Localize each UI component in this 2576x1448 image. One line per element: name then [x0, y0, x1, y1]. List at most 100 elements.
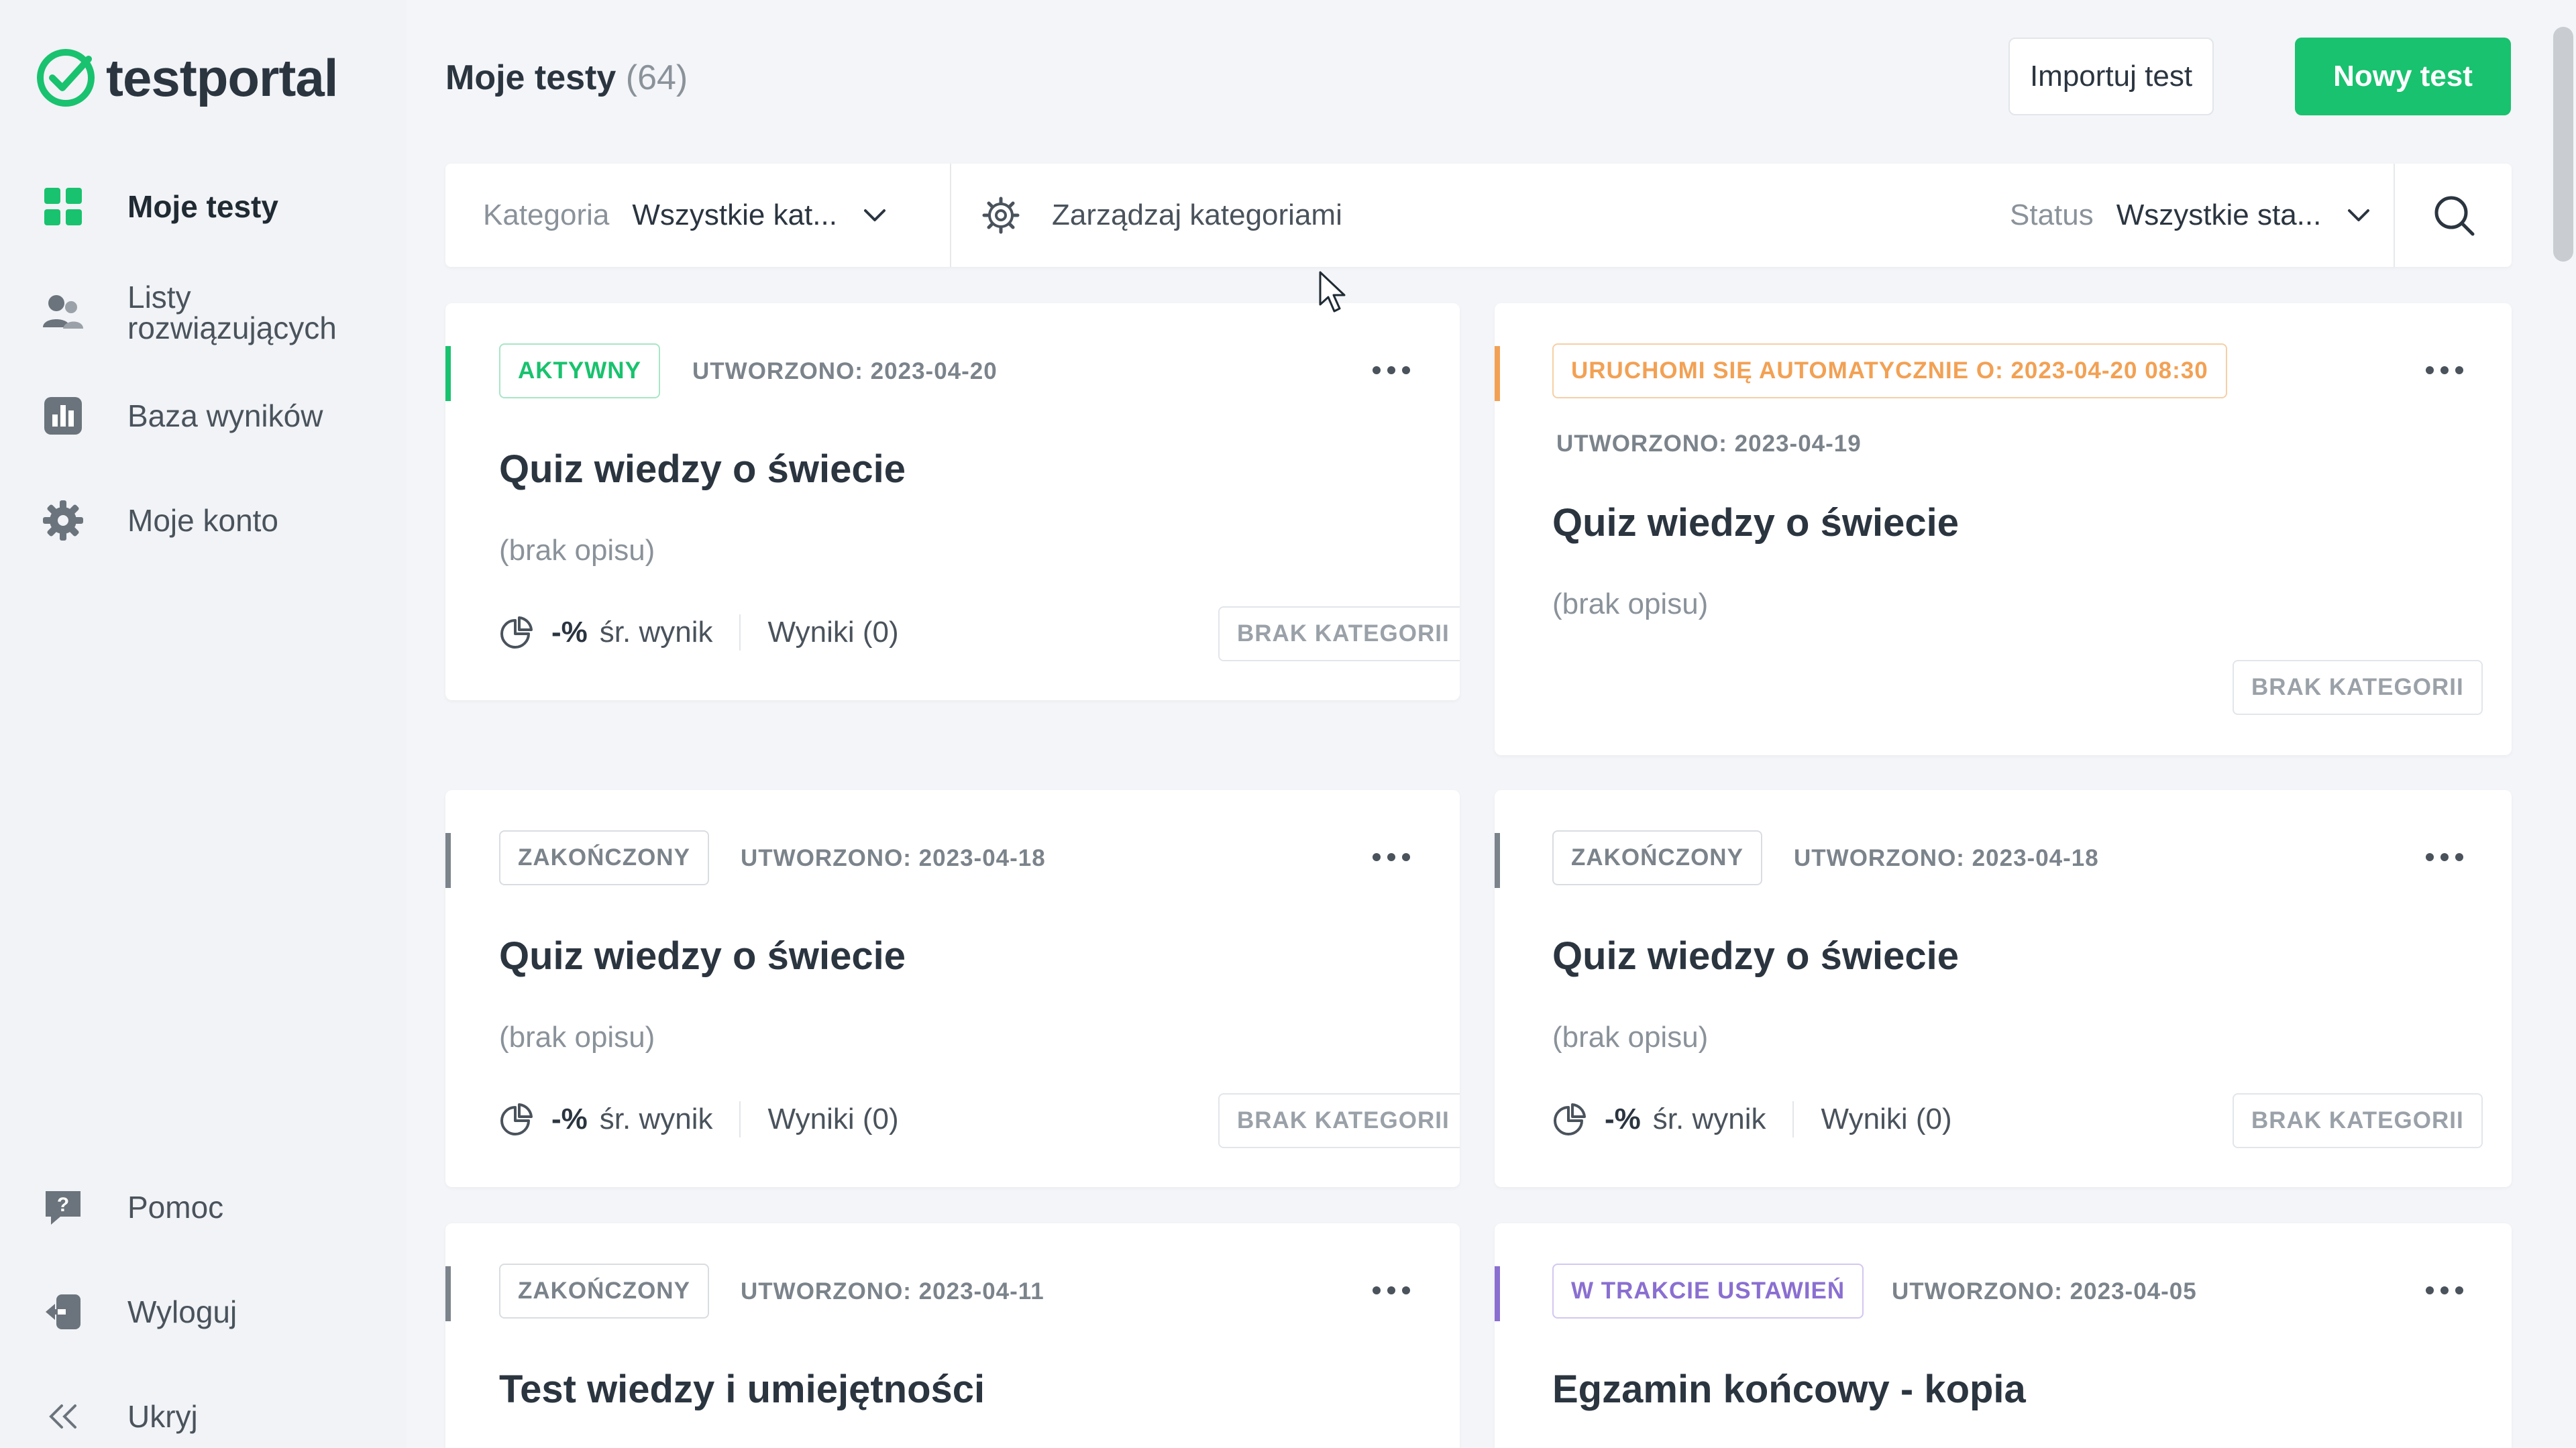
test-title[interactable]: Egzamin końcowy - kopia: [1552, 1367, 2026, 1412]
category-filter[interactable]: Kategoria Wszystkie kat...: [483, 164, 888, 267]
test-title[interactable]: Test wiedzy i umiejętności: [499, 1367, 985, 1412]
chevron-down-icon: [2348, 209, 2370, 221]
category-filter-label: Kategoria: [483, 199, 610, 231]
pie-chart-icon: [1554, 1103, 1586, 1135]
help-icon: ?: [42, 1186, 85, 1229]
status-badge: URUCHOMI SIĘ AUTOMATYCZNIE O: 2023-04-20…: [1552, 343, 2227, 398]
chevron-down-icon: [863, 209, 885, 221]
category-tag: BRAK KATEGORII: [1218, 1093, 1460, 1148]
test-card[interactable]: ZAKOŃCZONY UTWORZONO: 2023-04-18 Quiz wi…: [1495, 790, 2512, 1187]
status-accent: [445, 346, 451, 401]
sidebar-item-label: Pomoc: [127, 1190, 224, 1225]
more-options-icon[interactable]: [2424, 1284, 2465, 1297]
category-tag: BRAK KATEGORII: [2233, 660, 2483, 715]
results-link[interactable]: Wyniki (0): [767, 616, 898, 649]
pie-chart-icon: [500, 1103, 533, 1135]
check-circle-logo-icon: [37, 49, 95, 107]
test-stats: -% śr. wynik Wyniki (0): [1552, 1099, 1952, 1140]
more-options-icon[interactable]: [1371, 1284, 1411, 1297]
sidebar-item-label: Moje konto: [127, 503, 279, 538]
new-test-button[interactable]: Nowy test: [2295, 38, 2511, 115]
category-tag: BRAK KATEGORII: [2233, 1093, 2483, 1148]
sidebar-item-ukryj[interactable]: Ukryj: [42, 1395, 198, 1438]
status-accent: [1495, 346, 1500, 401]
sidebar-item-label: Listy rozwiązujących: [127, 280, 337, 345]
status-filter[interactable]: Status Wszystkie sta...: [2010, 164, 2372, 267]
sidebar-item-label: Moje testy: [127, 189, 278, 224]
logout-icon: [42, 1290, 85, 1333]
more-options-icon[interactable]: [2424, 850, 2465, 864]
test-title[interactable]: Quiz wiedzy o świecie: [499, 934, 906, 979]
test-card[interactable]: AKTYWNY UTWORZONO: 2023-04-20 Quiz wiedz…: [445, 303, 1460, 700]
sidebar-item-listy-rozwiazujacych[interactable]: Listy rozwiązujących: [42, 282, 356, 343]
created-date: UTWORZONO: 2023-04-18: [741, 845, 1046, 871]
average-score-label: śr. wynik: [599, 616, 713, 649]
sidebar-item-baza-wynikow[interactable]: Baza wyników: [42, 394, 323, 437]
import-test-button[interactable]: Importuj test: [2008, 38, 2214, 115]
results-link[interactable]: Wyniki (0): [1821, 1103, 1951, 1136]
mouse-cursor-icon: [1319, 271, 1346, 313]
average-score-label: śr. wynik: [599, 1103, 713, 1135]
test-card[interactable]: URUCHOMI SIĘ AUTOMATYCZNIE O: 2023-04-20…: [1495, 303, 2512, 755]
sidebar: testportal Moje testy Listy rozwiązujący…: [0, 0, 407, 1448]
gear-outline-icon: [982, 197, 1020, 234]
sidebar-item-moje-konto[interactable]: Moje konto: [42, 499, 278, 542]
page-title: Moje testy (64): [445, 58, 688, 98]
status-badge: ZAKOŃCZONY: [499, 1264, 709, 1319]
sidebar-item-pomoc[interactable]: ? Pomoc: [42, 1186, 223, 1229]
test-card[interactable]: ZAKOŃCZONY UTWORZONO: 2023-04-18 Quiz wi…: [445, 790, 1460, 1187]
average-score-label: śr. wynik: [1652, 1103, 1766, 1135]
sidebar-item-wyloguj[interactable]: Wyloguj: [42, 1290, 237, 1333]
created-date: UTWORZONO: 2023-04-19: [1556, 431, 1862, 457]
created-date: UTWORZONO: 2023-04-20: [692, 358, 998, 384]
average-score: -%: [1605, 1103, 1641, 1135]
created-date: UTWORZONO: 2023-04-11: [741, 1278, 1044, 1304]
category-filter-value: Wszystkie kat...: [632, 199, 837, 231]
more-options-icon[interactable]: [1371, 850, 1411, 864]
search-icon[interactable]: [2431, 192, 2477, 238]
users-icon: [42, 291, 85, 334]
pie-chart-icon: [500, 616, 533, 649]
filter-divider: [950, 164, 951, 267]
svg-text:?: ?: [57, 1194, 69, 1216]
category-tag: BRAK KATEGORII: [1218, 606, 1460, 661]
logo-text: testportal: [106, 48, 338, 107]
test-card[interactable]: W TRAKCIE USTAWIEŃ UTWORZONO: 2023-04-05…: [1495, 1223, 2512, 1448]
test-count: (64): [625, 58, 688, 97]
logo[interactable]: testportal: [35, 47, 338, 109]
test-stats: -% śr. wynik Wyniki (0): [499, 612, 899, 653]
test-description: (brak opisu): [499, 534, 655, 567]
test-title[interactable]: Quiz wiedzy o świecie: [499, 447, 906, 492]
stats-divider: [739, 614, 741, 651]
sidebar-item-moje-testy[interactable]: Moje testy: [42, 185, 278, 228]
created-date: UTWORZONO: 2023-04-18: [1794, 845, 2099, 871]
status-badge: ZAKOŃCZONY: [499, 830, 709, 885]
filter-divider: [2394, 164, 2395, 267]
more-options-icon[interactable]: [2424, 364, 2465, 377]
sidebar-item-label: Baza wyników: [127, 398, 323, 433]
main-content: Moje testy (64) Importuj test Nowy test …: [407, 0, 2576, 1448]
test-card[interactable]: ZAKOŃCZONY UTWORZONO: 2023-04-11 Test wi…: [445, 1223, 1460, 1448]
test-title[interactable]: Quiz wiedzy o świecie: [1552, 500, 1959, 545]
test-description: (brak opisu): [1552, 1021, 1709, 1054]
more-options-icon[interactable]: [1371, 364, 1411, 377]
status-accent: [445, 833, 451, 888]
test-title[interactable]: Quiz wiedzy o świecie: [1552, 934, 1959, 979]
double-chevron-left-icon: [42, 1395, 85, 1438]
gear-icon: [42, 499, 85, 542]
manage-categories-label: Zarządzaj kategoriami: [1052, 199, 1342, 231]
filter-bar: Kategoria Wszystkie kat... Zarządzaj kat…: [445, 164, 2512, 267]
results-link[interactable]: Wyniki (0): [767, 1103, 898, 1136]
status-filter-label: Status: [2010, 199, 2094, 231]
status-badge: W TRAKCIE USTAWIEŃ: [1552, 1264, 1864, 1319]
manage-categories-button[interactable]: Zarządzaj kategoriami: [982, 164, 1342, 267]
status-accent: [445, 1266, 451, 1321]
page-title-text: Moje testy: [445, 58, 616, 97]
status-filter-value: Wszystkie sta...: [2116, 199, 2322, 231]
average-score: -%: [551, 1103, 588, 1135]
scrollbar-thumb[interactable]: [2553, 27, 2573, 262]
chart-icon: [42, 394, 85, 437]
grid-icon: [42, 185, 85, 228]
status-badge: AKTYWNY: [499, 343, 660, 398]
test-stats: -% śr. wynik Wyniki (0): [499, 1099, 899, 1140]
